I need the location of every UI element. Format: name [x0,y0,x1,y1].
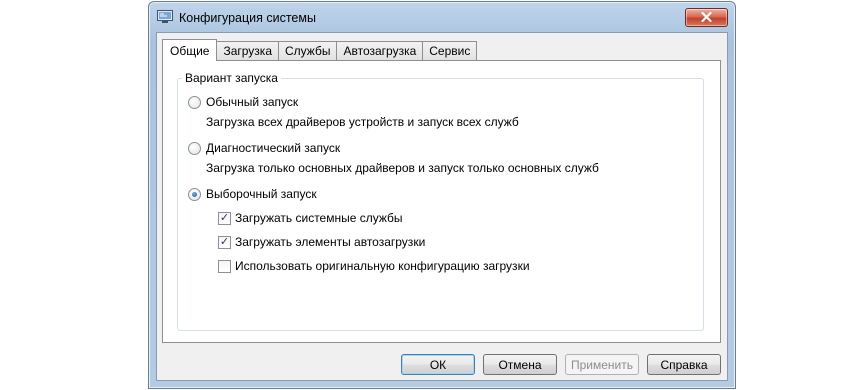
checkbox-load-startup-items[interactable]: ✓ Загружать элементы автозагрузки [218,235,425,249]
normal-startup-description: Загрузка всех драйверов устройств и запу… [206,115,519,129]
radio-label: Диагностический запуск [206,141,341,155]
radio-button[interactable] [188,187,201,201]
group-legend: Вариант запуска [182,71,281,85]
checkbox-label: Использовать оригинальную конфигурацию з… [235,259,530,273]
window-title: Конфигурация системы [179,11,316,25]
tab-label: Общие [170,43,210,58]
tab-label: Службы [285,44,331,58]
dialog-client-area: Общие Загрузка Службы Автозагрузка Серви… [156,32,728,381]
tab-tools[interactable]: Сервис [422,41,478,60]
tab-startup[interactable]: Автозагрузка [336,41,424,60]
radio-label: Выборочный запуск [206,187,317,201]
diagnostic-startup-description: Загрузка только основных драйверов и зап… [206,161,599,175]
close-icon [701,11,712,25]
tab-boot[interactable]: Загрузка [216,41,279,60]
checkbox-label: Загружать системные службы [235,211,403,225]
tab-label: Сервис [429,44,471,58]
radio-diagnostic-startup[interactable]: Диагностический запуск [188,141,340,155]
msconfig-icon [157,10,173,24]
checkbox-label: Загружать элементы автозагрузки [235,235,426,249]
checkbox-use-original-boot-config[interactable]: Использовать оригинальную конфигурацию з… [218,259,530,273]
radio-button[interactable] [188,95,201,109]
tab-label: Автозагрузка [343,44,417,58]
checkbox-load-system-services[interactable]: ✓ Загружать системные службы [218,211,403,225]
cancel-button[interactable]: Отмена [483,354,557,375]
checkbox[interactable] [218,259,231,273]
checkbox[interactable]: ✓ [218,211,231,225]
radio-label: Обычный запуск [206,95,299,109]
tab-strip: Общие Загрузка Службы Автозагрузка Серви… [162,39,478,61]
close-button[interactable] [685,8,728,27]
radio-selective-startup[interactable]: Выборочный запуск [188,187,317,201]
tab-services[interactable]: Службы [278,41,338,60]
radio-button[interactable] [188,141,201,155]
checkbox[interactable]: ✓ [218,235,231,249]
apply-button[interactable]: Применить [565,354,639,375]
ok-button[interactable]: ОК [401,354,475,375]
tab-panel-general: Вариант запуска Обычный запуск Загрузка … [162,60,721,343]
dialog-window: Конфигурация системы Общие Загрузка Служ… [148,1,736,389]
radio-normal-startup[interactable]: Обычный запуск [188,95,298,109]
tab-label: Загрузка [223,44,272,58]
startup-selection-group: Вариант запуска Обычный запуск Загрузка … [177,71,704,331]
help-button[interactable]: Справка [647,354,721,375]
tab-general[interactable]: Общие [162,39,218,61]
title-bar[interactable]: Конфигурация системы [149,2,735,32]
